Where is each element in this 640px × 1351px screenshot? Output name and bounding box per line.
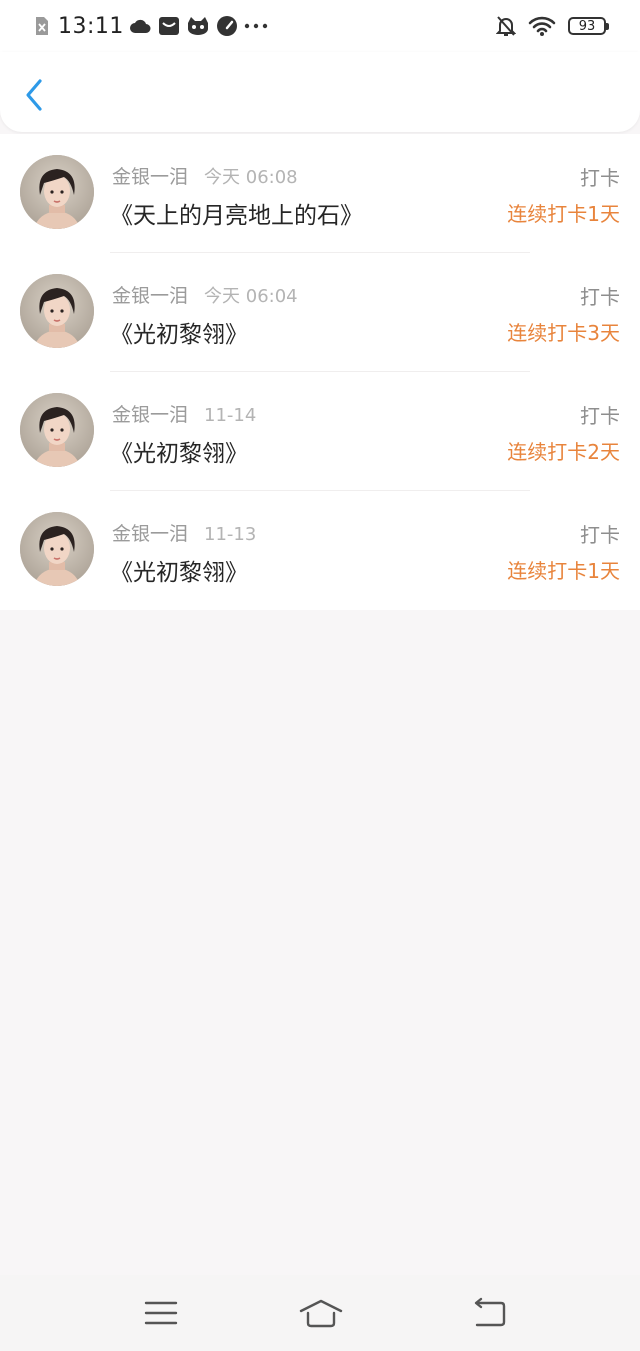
avatar[interactable]: [20, 155, 94, 229]
status-right: 93: [496, 12, 609, 40]
streak-label: 连续打卡3天: [507, 321, 620, 345]
item-meta: 金银一泪 今天 06:04: [112, 281, 298, 308]
menu-icon: [144, 1301, 178, 1325]
checkin-label: 打卡: [580, 523, 620, 547]
avatar-image: [20, 393, 94, 467]
item-time: 11-14: [204, 405, 257, 426]
status-bar: 13:11 93: [0, 0, 640, 52]
item-meta: 金银一泪 11-14: [112, 400, 256, 427]
top-bar: [0, 52, 640, 132]
item-meta: 金银一泪 今天 06:08: [112, 162, 298, 189]
battery-level: 93: [578, 18, 596, 34]
item-title[interactable]: 《天上的月亮地上的石》: [110, 196, 363, 230]
menu-button[interactable]: [141, 1297, 181, 1329]
streak-label: 连续打卡1天: [507, 559, 620, 583]
bell-off-icon: [496, 16, 516, 36]
checkin-label: 打卡: [580, 166, 620, 190]
avatar-image: [20, 274, 94, 348]
item-title[interactable]: 《光初黎翎》: [110, 434, 248, 468]
user-name[interactable]: 金银一泪: [112, 285, 188, 307]
checkin-list: 金银一泪 今天 06:08 《天上的月亮地上的石》 打卡 连续打卡1天 金银一泪今…: [0, 134, 640, 610]
back-icon: [474, 1297, 506, 1327]
checkin-label: 打卡: [580, 404, 620, 428]
list-item[interactable]: 金银一泪 今天 06:08 《天上的月亮地上的石》 打卡 连续打卡1天: [0, 134, 640, 253]
avatar-image: [20, 512, 94, 586]
user-name[interactable]: 金银一泪: [112, 166, 188, 188]
list-item[interactable]: 金银一泪 11-13 《光初黎翎》 打卡 连续打卡1天: [0, 491, 640, 610]
more-dots-icon: [244, 23, 268, 29]
user-name[interactable]: 金银一泪: [112, 523, 188, 545]
sim-off-icon: [36, 17, 48, 35]
battery-icon: 93: [568, 17, 609, 35]
item-time: 11-13: [204, 524, 257, 545]
item-time: 今天 06:04: [204, 286, 298, 307]
item-time: 今天 06:08: [204, 167, 298, 188]
cat-icon: [187, 17, 208, 35]
home-icon: [299, 1299, 343, 1328]
mail-icon: [158, 17, 179, 35]
cloud-icon: [129, 19, 151, 33]
back-button[interactable]: [20, 78, 50, 112]
system-nav-bar: [0, 1275, 640, 1351]
avatar[interactable]: [20, 512, 94, 586]
return-button[interactable]: [468, 1297, 508, 1329]
avatar[interactable]: [20, 393, 94, 467]
chevron-left-icon: [26, 79, 42, 111]
streak-label: 连续打卡2天: [507, 440, 620, 464]
item-title[interactable]: 《光初黎翎》: [110, 553, 248, 587]
streak-label: 连续打卡1天: [507, 202, 620, 226]
list-item[interactable]: 金银一泪 今天 06:04 《光初黎翎》 打卡 连续打卡3天: [0, 253, 640, 372]
avatar-image: [20, 155, 94, 229]
item-title[interactable]: 《光初黎翎》: [110, 315, 248, 349]
status-left: 13:11: [34, 12, 268, 40]
checkin-label: 打卡: [580, 285, 620, 309]
wifi-icon: [528, 16, 556, 36]
status-time: 13:11: [58, 13, 124, 39]
speed-icon: [216, 16, 237, 36]
avatar[interactable]: [20, 274, 94, 348]
item-meta: 金银一泪 11-13: [112, 519, 256, 546]
home-button[interactable]: [298, 1297, 344, 1329]
list-item[interactable]: 金银一泪 11-14 《光初黎翎》 打卡 连续打卡2天: [0, 372, 640, 491]
user-name[interactable]: 金银一泪: [112, 404, 188, 426]
